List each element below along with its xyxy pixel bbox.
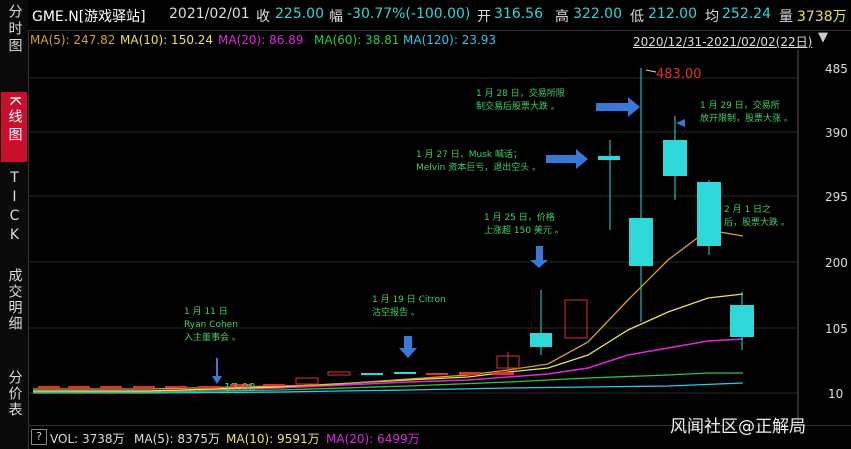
arrow-left-icon — [676, 119, 696, 127]
volume-label: 量 — [779, 9, 793, 25]
candle — [263, 384, 285, 386]
candle — [38, 386, 60, 388]
arrow-down-icon — [212, 358, 222, 384]
annotation-jan11: 1 月 11 日 Ryan Cohen 入主董事会 。 — [184, 307, 241, 343]
annotation-jan29: 1 月 29 日，交易所 放开限制，股票大涨 。 — [700, 101, 793, 124]
arrow-down-icon — [530, 246, 548, 268]
price-tick: 200 — [825, 256, 848, 270]
tab-kline[interactable]: K线图 — [1, 92, 27, 162]
tab-intraday[interactable]: 分时图 — [1, 2, 27, 62]
candle — [663, 140, 687, 176]
candle — [68, 386, 90, 388]
candle — [530, 333, 552, 347]
volume-ma20: MA(20): 6499万 — [326, 432, 420, 446]
ma5-legend: MA(5): 247.82 — [30, 33, 116, 47]
price-tick: 105 — [825, 322, 848, 336]
avg-value: 252.24 — [722, 6, 771, 22]
arrow-right-icon — [546, 149, 588, 169]
candle — [165, 386, 187, 388]
open-value: 316.56 — [494, 6, 543, 22]
quote-header: GME.N[游戏驿站] 2021/02/01 收 225.00 幅 -30.77… — [28, 0, 851, 31]
arrow-down-icon — [399, 336, 417, 358]
kline-chart: 485 390 295 200 105 10 483.00 17.08 1 月 … — [28, 50, 851, 425]
symbol-label[interactable]: GME.N[游戏驿站] — [32, 6, 146, 26]
candle — [327, 371, 351, 376]
tab-trade-detail[interactable]: 成交明细 — [1, 268, 27, 356]
candle — [730, 305, 754, 337]
volume-value: 3738万 — [797, 9, 847, 25]
annotation-jan28: 1 月 28 日，交易所限 制交易后股票大跌 。 — [476, 89, 565, 112]
candle — [459, 372, 481, 375]
candle — [426, 373, 448, 375]
low-price-label: 17.08 — [224, 381, 256, 394]
watermark: 风闻社区@正解局 — [670, 417, 806, 437]
date-range-selector[interactable]: 2020/12/31-2021/02/02(22日) — [633, 33, 812, 50]
ma10-legend: MA(10): 150.24 — [120, 33, 214, 47]
candle — [697, 182, 721, 246]
change-label: 幅 — [329, 9, 343, 25]
candle — [198, 386, 220, 388]
close-value: 225.00 — [275, 6, 324, 22]
change-value: -30.77%(-100.00) — [347, 6, 471, 22]
annotation-jan19: 1 月 19 日 Citron 沽空报告 。 — [372, 295, 446, 318]
price-tick: 295 — [825, 190, 848, 204]
tab-tick[interactable]: TICK — [1, 170, 27, 254]
ma20-line — [33, 338, 744, 392]
candle — [564, 299, 588, 339]
high-value: 322.00 — [573, 6, 622, 22]
ma-legend: MA(5): 247.82 MA(10): 150.24 MA(20): 86.… — [28, 30, 851, 50]
candle — [492, 372, 514, 375]
stock-chart-window: 分时图 K线图 TICK 成交明细 分价表 GME.N[游戏驿站] 2021/0… — [0, 0, 851, 449]
low-label: 低 — [630, 9, 644, 25]
candle — [361, 373, 383, 375]
arrows — [212, 97, 696, 384]
candle — [100, 386, 122, 388]
candle — [133, 386, 155, 388]
candle — [394, 372, 416, 374]
volume-stat: VOL: 3738万 — [50, 432, 125, 446]
annotation-jan27: 1 月 27 日，Musk 喊话； Melvin 资本巨亏，退出空头 。 — [416, 150, 542, 173]
arrow-right-icon — [596, 97, 640, 117]
annotation-jan25: 1 月 25 日，价格 上涨超 150 美元 。 — [484, 213, 564, 236]
price-tick: 10 — [828, 387, 844, 401]
peak-price-label: 483.00 — [656, 67, 702, 82]
date-label: 2021/02/01 — [169, 6, 250, 22]
close-label: 收 — [256, 9, 270, 25]
help-icon[interactable]: ? — [31, 429, 47, 445]
grid — [28, 50, 799, 425]
side-tab-bar: 分时图 K线图 TICK 成交明细 分价表 — [0, 0, 29, 449]
ma60-legend: MA(60): 38.81 — [314, 33, 400, 47]
avg-label: 均 — [705, 9, 719, 25]
ma20-legend: MA(20): 86.89 — [218, 33, 304, 47]
candle — [295, 377, 319, 385]
tab-price-table[interactable]: 分价表 — [1, 370, 27, 432]
candle — [629, 218, 653, 266]
high-label: 高 — [555, 9, 569, 25]
candle — [598, 156, 620, 160]
dropdown-triangle-icon[interactable]: ▼ — [818, 30, 828, 45]
price-tick: 485 — [825, 62, 848, 76]
volume-ma5: MA(5): 8375万 — [134, 432, 220, 446]
open-label: 开 — [477, 9, 491, 25]
ma120-legend: MA(120): 23.93 — [403, 33, 497, 47]
low-value: 212.00 — [648, 6, 697, 22]
volume-ma10: MA(10): 9591万 — [226, 432, 320, 446]
candles — [38, 68, 754, 388]
annotation-feb01: 2 月 1 日之 后，股票大跌 。 — [724, 205, 790, 228]
price-tick: 390 — [825, 126, 848, 140]
